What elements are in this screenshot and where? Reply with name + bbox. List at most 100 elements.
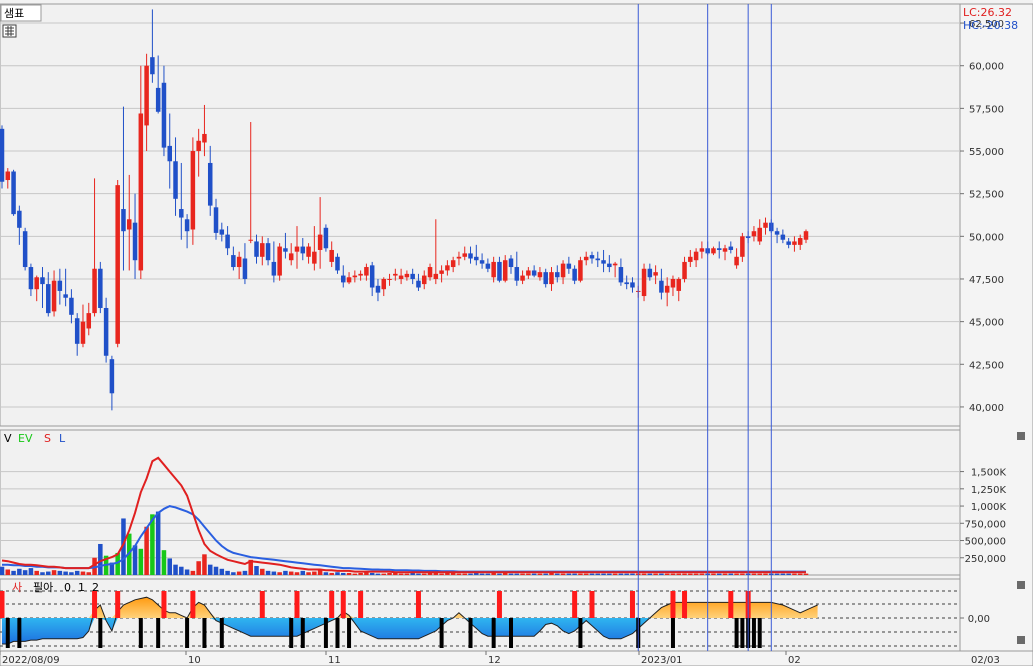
candle-body — [219, 229, 225, 235]
legend-ev: EV — [18, 432, 33, 445]
candle-body — [479, 260, 485, 264]
volume-bar — [780, 573, 786, 575]
table-icon-lines — [5, 26, 14, 36]
candle-body — [757, 227, 762, 242]
candle-body — [196, 140, 201, 152]
volume-bar — [219, 568, 225, 575]
volume-bar — [86, 572, 92, 575]
price-tick-label: 45,000 — [969, 318, 1004, 329]
candle-body — [381, 278, 387, 290]
legend-l: L — [59, 432, 66, 445]
candle-body — [155, 87, 161, 112]
indicator-pane-collapse-icon[interactable] — [1017, 581, 1025, 589]
candle-body — [98, 268, 103, 308]
candle-body — [74, 318, 80, 344]
candle-body — [207, 162, 213, 206]
candle-body — [456, 256, 462, 259]
indicator-red-mark — [629, 591, 635, 618]
indicator-black-mark — [468, 618, 473, 648]
candle-body — [688, 256, 693, 262]
volume-bar — [549, 572, 554, 575]
indicator-red-mark — [340, 591, 346, 618]
volume-bar — [225, 570, 230, 575]
candle-body — [595, 258, 601, 261]
price-tick-label: 42,500 — [969, 360, 1004, 371]
volume-bar — [502, 572, 508, 575]
volume-bar — [300, 570, 306, 575]
volume-bar — [543, 573, 548, 575]
indicator-red-mark — [92, 591, 98, 618]
price-tick-label: 57,500 — [969, 104, 1004, 115]
price-tick-label: 47,500 — [969, 275, 1004, 286]
candle-body — [254, 241, 259, 257]
indicator-red-mark — [0, 591, 5, 618]
candle-body — [92, 268, 97, 314]
candle-body — [520, 275, 525, 281]
volume-bar — [0, 566, 5, 575]
volume-bar — [352, 573, 358, 575]
candle-body — [566, 263, 572, 269]
volume-bar — [335, 572, 340, 575]
volume-bar — [317, 570, 323, 575]
candle-body — [22, 231, 28, 268]
candle-body — [410, 273, 415, 279]
volume-pane[interactable] — [0, 429, 961, 576]
volume-bar — [514, 573, 520, 575]
volume-bar — [578, 573, 583, 575]
indicator-black-mark — [578, 618, 583, 648]
volume-bar — [566, 573, 572, 575]
indicator-legend-param-1: 1 — [78, 581, 85, 594]
candle-body — [28, 267, 34, 290]
volume-bar — [797, 573, 803, 575]
volume-bar — [757, 573, 762, 575]
candle-body — [369, 265, 375, 288]
x-axis-label: 12 — [488, 655, 501, 666]
candle-body — [312, 251, 317, 264]
candle-body — [427, 267, 433, 278]
volume-bar — [63, 571, 68, 575]
indicator-red-mark — [496, 591, 502, 618]
candle-body — [676, 278, 682, 291]
candle-body — [780, 234, 786, 240]
volume-bar — [207, 564, 213, 575]
volume-bar — [213, 566, 219, 575]
volume-bar — [260, 568, 265, 575]
hc-legend: HC:-20.38 — [963, 19, 1018, 32]
volume-pane-collapse-icon[interactable] — [1017, 432, 1025, 440]
candle-body — [531, 270, 537, 276]
candle-body — [641, 268, 647, 297]
indicator-black-mark — [219, 618, 224, 648]
price-pane[interactable] — [0, 3, 961, 427]
indicator-black-mark — [289, 618, 294, 648]
candle-body — [277, 246, 282, 276]
volume-bar — [294, 572, 300, 575]
volume-tick-label: 250,000 — [965, 554, 1006, 565]
candle-body — [51, 280, 57, 312]
volume-bar — [196, 561, 201, 575]
candle-body — [358, 273, 363, 276]
volume-bar — [763, 573, 768, 575]
candle-body — [508, 258, 514, 268]
volume-bar — [74, 570, 80, 575]
volume-bar — [57, 570, 63, 575]
volume-bar — [312, 571, 317, 575]
volume-bar — [364, 572, 369, 575]
candle-body — [144, 65, 149, 126]
volume-bar — [375, 573, 381, 575]
candle-body — [283, 248, 288, 252]
volume-bar — [526, 573, 531, 575]
candle-body — [445, 265, 450, 271]
candle-body — [11, 171, 16, 215]
candle-body — [341, 275, 346, 283]
volume-bar — [491, 572, 496, 575]
indicator-red-mark — [415, 591, 421, 618]
candle-body — [549, 272, 554, 285]
candle-body — [179, 209, 184, 218]
candle-body — [763, 222, 768, 228]
indicator-red-mark — [682, 591, 688, 618]
indicator-pane-expand-icon[interactable] — [1017, 636, 1025, 644]
volume-bar — [445, 572, 450, 575]
indicator-black-mark — [740, 618, 745, 648]
volume-bar — [144, 526, 149, 575]
indicator-black-mark — [757, 618, 762, 648]
